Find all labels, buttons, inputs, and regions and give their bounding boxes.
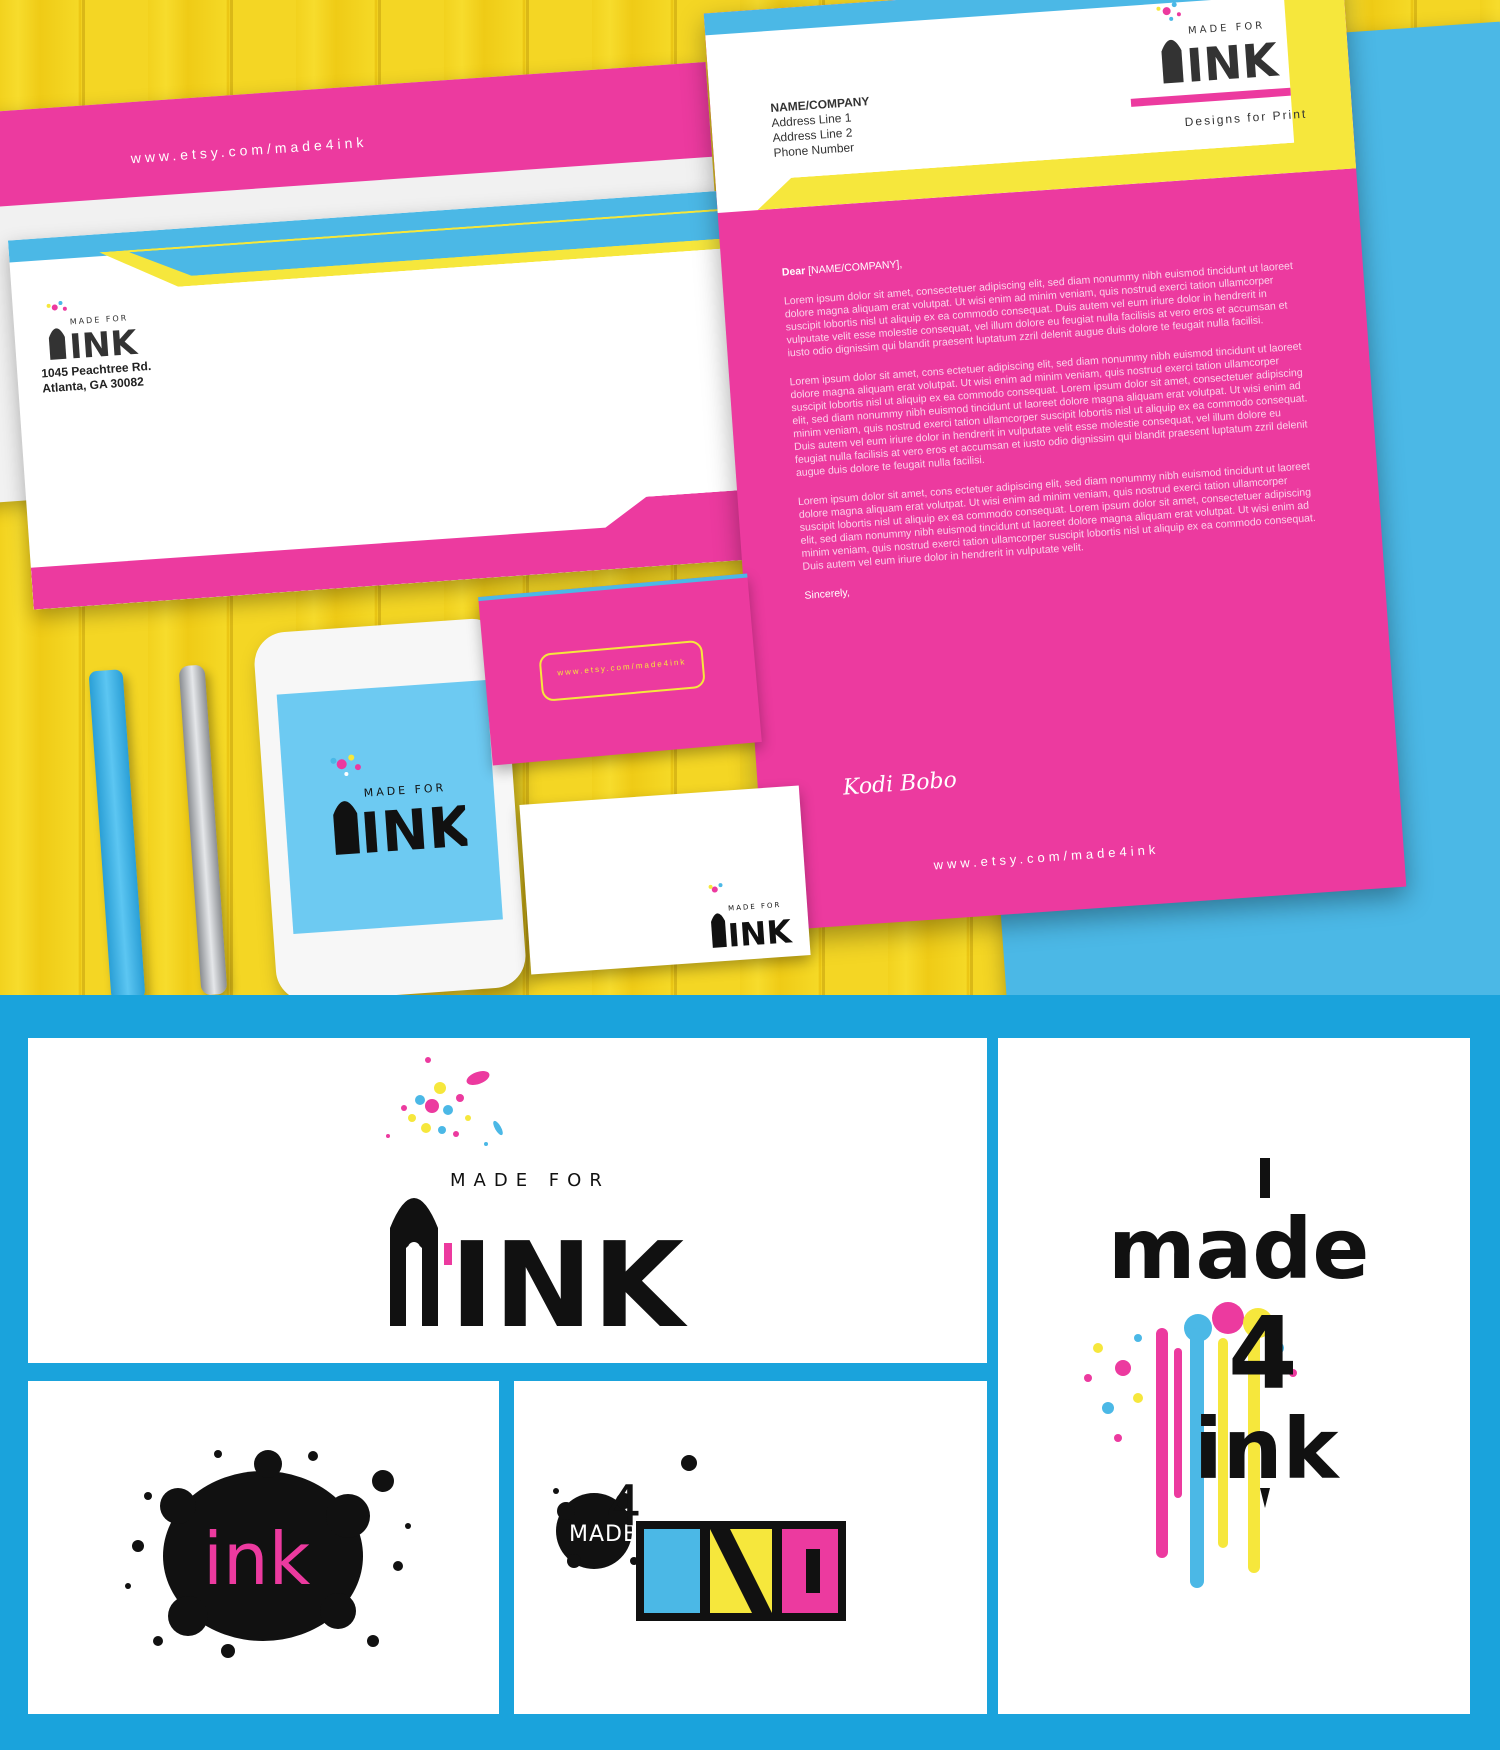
letterhead-paragraph: Lorem ipsum dolor sit amet, cons ectetue…: [789, 340, 1308, 480]
made-for-text: MADE FOR: [450, 1170, 610, 1191]
business-card-url: www.etsy.com/made4ink: [556, 657, 687, 678]
business-card-logo-made-for: MADE FOR: [728, 901, 782, 913]
ink-splat-logo: ink: [125, 1450, 411, 1658]
blue-pen: [88, 669, 146, 995]
envelope-logo: MADE FOR INK: [46, 301, 140, 367]
made-text: made: [1108, 1200, 1369, 1298]
made-for-ink-logo: MADE FOR INK: [386, 1057, 688, 1348]
letterhead-signature: Kodi Bobo: [842, 767, 958, 801]
splat-ink-text: ink: [203, 1517, 311, 1601]
logo-panel-ink-splat: ink: [28, 1381, 499, 1714]
silver-pen: [178, 664, 228, 995]
phone-screen: MADE FOR INK: [276, 679, 503, 935]
made4-ink-badge-logo: MADE 4: [553, 1455, 846, 1621]
pencil-tip: [1260, 1488, 1270, 1508]
logo-panel-made4-ink-badge: MADE 4: [514, 1381, 987, 1714]
badge-k-cut: [806, 1549, 820, 1593]
pen-nib-i: [390, 1198, 438, 1326]
logo-panel-made4ink-vertical: made 4 ink: [998, 1038, 1470, 1714]
letterhead-sender-block: NAME/COMPANY Address Line 1 Address Line…: [770, 94, 873, 161]
ink-splash: [386, 1057, 503, 1146]
business-card-back: MADE FOR INK: [519, 785, 811, 975]
phone-logo: MADE FOR INK: [330, 754, 468, 862]
ink-text: INK: [450, 1216, 688, 1348]
letterhead: MADE FOR INK NAME/COMPANY Address Line 1…: [703, 0, 1407, 932]
pen-nib-hole: [408, 1242, 420, 1254]
ink-text-vertical: ink: [1194, 1400, 1341, 1498]
envelope-flap: www.etsy.com/made4ink: [0, 61, 713, 210]
four-text: 4: [1228, 1295, 1298, 1412]
letterhead-body: Dear [NAME/COMPANY], Lorem ipsum dolor s…: [782, 230, 1325, 618]
business-card-frame: www.etsy.com/made4ink: [538, 639, 706, 702]
pencil-top: [1260, 1158, 1270, 1198]
letterhead-footer-url: www.etsy.com/made4ink: [933, 841, 1160, 873]
letterhead-paragraph: Lorem ipsum dolor sit amet, cons ectetue…: [797, 460, 1317, 573]
letterhead-logo: MADE FOR INK: [1156, 2, 1282, 90]
letterhead-greeting-dear: Dear: [781, 264, 806, 279]
logo-panel-made-for-ink: MADE FOR INK: [28, 1038, 987, 1363]
envelope-front: MADE FOR INK 1045 Peachtree Rd. Atlanta,…: [7, 190, 753, 610]
badge-cyan-block: [644, 1529, 700, 1613]
envelope-url: www.etsy.com/made4ink: [130, 133, 368, 167]
business-card-logo-ink: INK: [727, 912, 794, 952]
made4ink-vertical-logo: made 4 ink: [1084, 1158, 1369, 1588]
business-card-logo: MADE FOR INK: [708, 883, 794, 952]
badge-four-text: 4: [606, 1474, 642, 1539]
letterhead-logo-ink: INK: [1185, 32, 1282, 90]
business-card-front: www.etsy.com/made4ink: [478, 573, 762, 766]
letterhead-greeting-recipient: [NAME/COMPANY],: [804, 258, 903, 277]
envelope-return-address: 1045 Peachtree Rd. Atlanta, GA 30082: [41, 359, 153, 397]
stationery-mockup-scene: www.etsy.com/made4ink MADE FOR INK 1045 …: [0, 0, 1500, 995]
phone-logo-ink: INK: [358, 794, 468, 862]
